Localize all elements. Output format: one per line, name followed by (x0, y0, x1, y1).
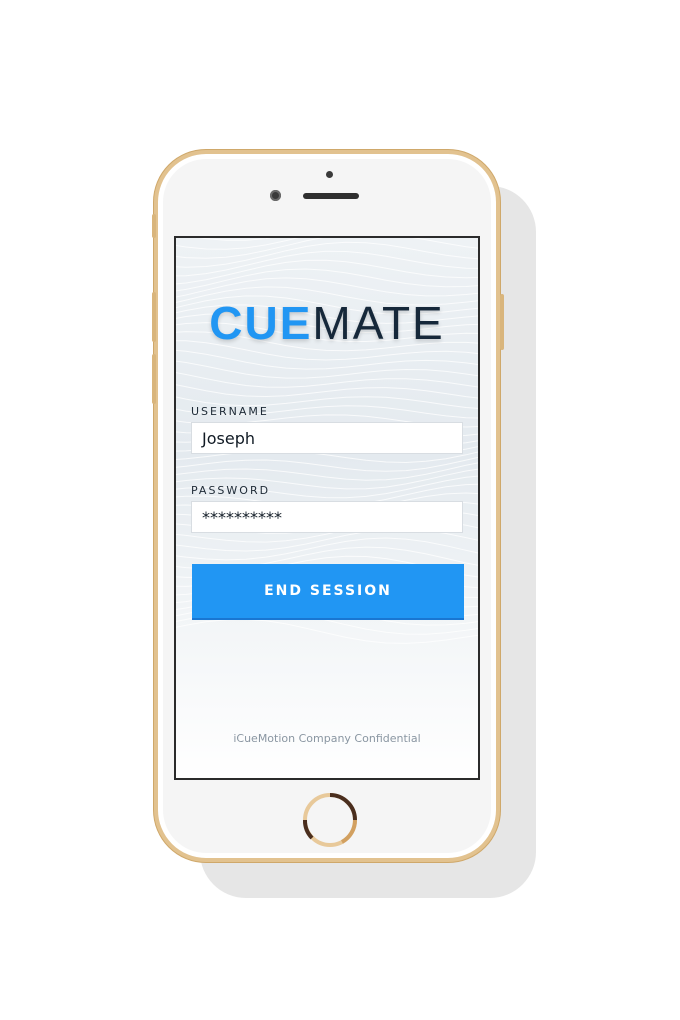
wave-line (176, 384, 478, 399)
wave-line (176, 268, 478, 292)
end-session-button[interactable]: END SESSION (192, 564, 464, 620)
username-input[interactable]: Joseph (191, 422, 463, 454)
password-label: PASSWORD (191, 484, 271, 497)
app-screen: CUEMATE USERNAME Joseph PASSWORD *******… (174, 236, 480, 780)
phone-device: CUEMATE USERNAME Joseph PASSWORD *******… (152, 150, 504, 862)
username-label: USERNAME (191, 405, 269, 418)
volume-up-button (152, 292, 156, 342)
wave-line (176, 241, 478, 268)
power-button (500, 294, 504, 350)
confidential-footer: iCueMotion Company Confidential (233, 732, 421, 745)
earpiece-speaker-icon (303, 193, 359, 199)
front-camera-icon (270, 190, 281, 201)
wave-line (176, 238, 478, 259)
wave-line (198, 238, 273, 241)
mute-switch (152, 214, 156, 238)
wave-line (176, 456, 478, 472)
logo-secondary-text: MATE (312, 297, 445, 349)
wave-line (176, 349, 478, 370)
wave-line (176, 372, 478, 388)
wave-line (176, 250, 478, 277)
wave-line (176, 618, 478, 644)
wave-line (176, 537, 478, 561)
volume-down-button (152, 354, 156, 404)
app-logo: CUEMATE (176, 296, 478, 350)
home-button[interactable] (302, 792, 358, 848)
logo-primary-text: CUE (209, 297, 313, 349)
password-input[interactable]: ********** (191, 501, 463, 533)
proximity-sensor-icon (326, 171, 333, 178)
home-button-icon (303, 793, 358, 847)
